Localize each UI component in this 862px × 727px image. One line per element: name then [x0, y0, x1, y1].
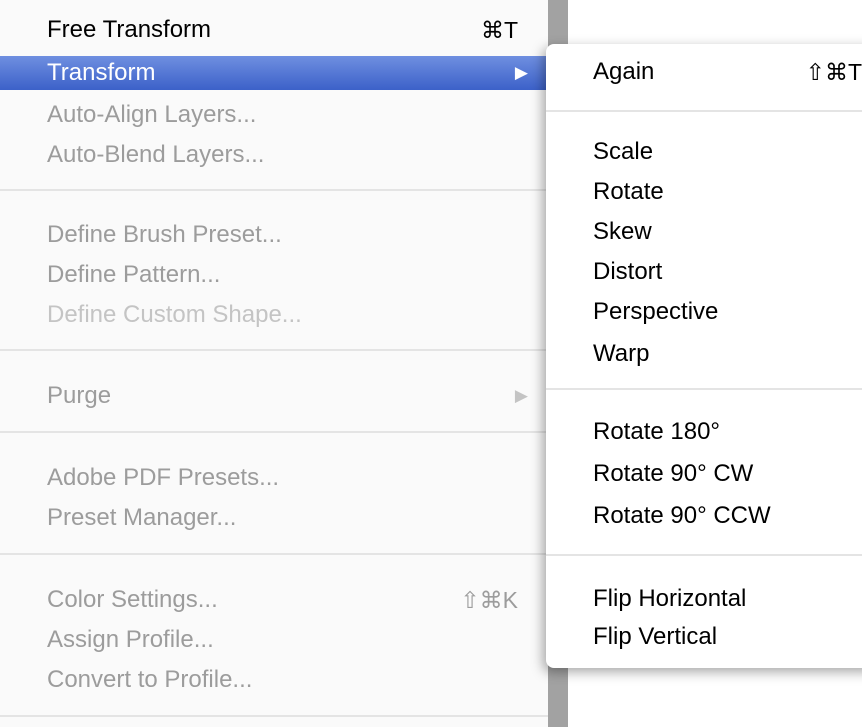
submenu-item-flip-vertical[interactable]: Flip Vertical: [546, 617, 862, 657]
submenu-item-scale[interactable]: Scale: [546, 132, 862, 172]
menu-item-define-pattern: Define Pattern...: [0, 258, 548, 292]
submenu-item-again[interactable]: Again ⇧⌘T: [546, 52, 862, 92]
menu-item-auto-blend-layers: Auto-Blend Layers...: [0, 138, 548, 172]
menu-item-label: Define Custom Shape...: [47, 301, 302, 328]
menu-item-label: Skew: [593, 218, 652, 245]
menu-item-label: Flip Horizontal: [593, 585, 747, 612]
submenu-item-rotate[interactable]: Rotate: [546, 172, 862, 212]
submenu-item-skew[interactable]: Skew: [546, 212, 862, 252]
menu-item-label: Purge: [47, 382, 112, 409]
submenu-item-perspective[interactable]: Perspective: [546, 292, 862, 332]
menu-item-label: Rotate 90° CCW: [593, 502, 771, 529]
transform-submenu: Again ⇧⌘T Scale Rotate Skew Distort Pers…: [546, 44, 862, 668]
menu-item-preset-manager: Preset Manager...: [0, 501, 548, 535]
menu-item-color-settings: Color Settings... ⇧⌘K: [0, 583, 548, 617]
shortcut-label: ⇧⌘T: [805, 59, 862, 85]
menu-item-label: Rotate 90° CW: [593, 460, 754, 487]
submenu-item-rotate-180[interactable]: Rotate 180°: [546, 412, 862, 452]
menu-item-label: Perspective: [593, 298, 719, 325]
menu-item-transform[interactable]: Transform ▶: [0, 56, 548, 90]
shortcut-label: ⇧⌘K: [460, 587, 518, 613]
menu-item-label: Convert to Profile...: [47, 666, 253, 693]
menu-item-label: Free Transform: [47, 16, 212, 43]
submenu-arrow-icon: ▶: [514, 63, 528, 82]
menu-separator: [546, 110, 862, 112]
menu-item-auto-align-layers: Auto-Align Layers...: [0, 98, 548, 132]
menu-item-label: Auto-Blend Layers...: [47, 141, 265, 168]
submenu-item-flip-horizontal[interactable]: Flip Horizontal: [546, 579, 862, 619]
menu-item-define-custom-shape: Define Custom Shape...: [0, 298, 548, 332]
menu-item-label: Define Pattern...: [47, 261, 221, 288]
submenu-arrow-icon: ▶: [514, 386, 528, 405]
menu-item-adobe-pdf-presets: Adobe PDF Presets...: [0, 461, 548, 495]
shortcut-label: ⌘T: [480, 17, 518, 43]
menu-separator: [0, 189, 548, 191]
menu-item-label: Warp: [593, 340, 650, 367]
menu-separator: [0, 715, 548, 717]
menu-item-assign-profile: Assign Profile...: [0, 623, 548, 657]
menu-item-label: Adobe PDF Presets...: [47, 464, 280, 491]
menu-separator: [546, 388, 862, 390]
menu-item-label: Define Brush Preset...: [47, 221, 282, 248]
menu-item-convert-to-profile: Convert to Profile...: [0, 663, 548, 697]
menu-item-label: Color Settings...: [47, 586, 218, 613]
menu-item-label: Auto-Align Layers...: [47, 101, 257, 128]
menu-item-label: Again: [593, 58, 655, 85]
menu-item-label: Flip Vertical: [593, 623, 718, 650]
menu-item-free-transform[interactable]: Free Transform ⌘T: [0, 13, 548, 47]
menu-item-label: Rotate: [593, 178, 664, 205]
menu-item-label: Preset Manager...: [47, 504, 237, 531]
menu-item-label: Transform: [47, 59, 156, 86]
menu-separator: [0, 553, 548, 555]
menu-item-label: Distort: [593, 258, 663, 285]
menu-item-label: Scale: [593, 138, 654, 165]
submenu-item-rotate-90-cw[interactable]: Rotate 90° CW: [546, 454, 862, 494]
edit-menu: Free Transform ⌘T Transform ▶ Auto-Align…: [0, 0, 548, 727]
menu-item-define-brush-preset: Define Brush Preset...: [0, 218, 548, 252]
menu-separator: [0, 349, 548, 351]
menu-separator: [546, 554, 862, 556]
submenu-item-distort[interactable]: Distort: [546, 252, 862, 292]
submenu-item-rotate-90-ccw[interactable]: Rotate 90° CCW: [546, 496, 862, 536]
submenu-item-warp[interactable]: Warp: [546, 334, 862, 374]
menu-item-purge: Purge ▶: [0, 379, 548, 413]
menu-item-label: Rotate 180°: [593, 418, 721, 445]
menu-item-label: Assign Profile...: [47, 626, 214, 653]
menu-separator: [0, 431, 548, 433]
